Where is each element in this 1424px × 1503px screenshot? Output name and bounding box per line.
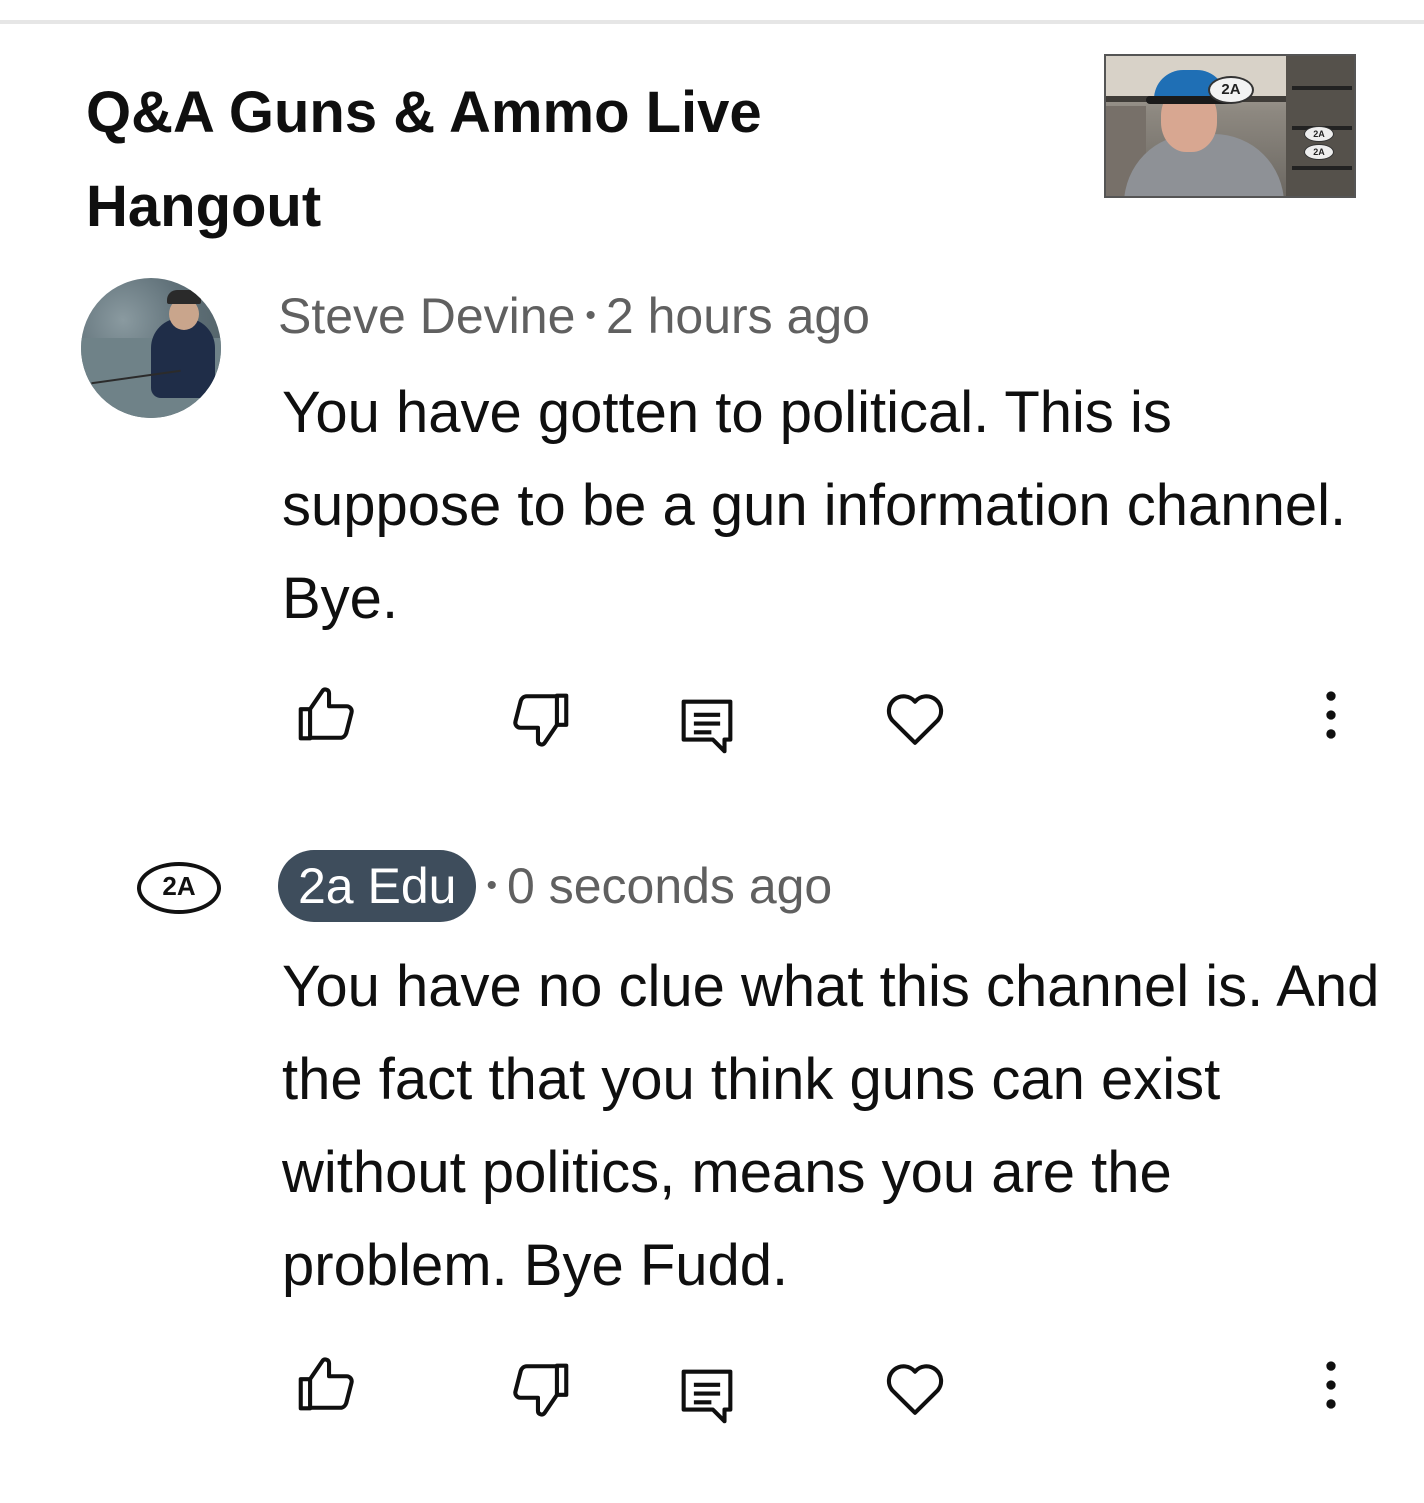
meta-separator: •: [486, 869, 497, 902]
dislike-button[interactable]: [505, 684, 575, 754]
reply-icon: [681, 699, 733, 754]
more-vert-icon: [1326, 1361, 1336, 1409]
more-options-button[interactable]: [1296, 1350, 1366, 1420]
like-button[interactable]: [292, 1350, 362, 1420]
more-options-button[interactable]: [1296, 680, 1366, 750]
heart-icon: [886, 694, 944, 745]
thumbs-up-icon: [298, 687, 354, 741]
meta-separator: •: [585, 299, 596, 332]
thumbs-up-icon: [298, 1357, 354, 1411]
thumbs-down-icon: [513, 1363, 569, 1417]
creator-author-badge[interactable]: 2a Edu: [278, 850, 477, 922]
comment-meta: 2a Edu • 0 seconds ago: [278, 850, 832, 922]
reply-button[interactable]: [672, 1360, 742, 1430]
heart-icon: [886, 1364, 944, 1415]
divider: [0, 20, 1424, 24]
comment-time: 0 seconds ago: [507, 858, 833, 914]
thumbnail-2a-badge: 2A: [1208, 76, 1254, 104]
comment-time: 2 hours ago: [605, 288, 870, 344]
reply-icon: [681, 1369, 733, 1424]
heart-button[interactable]: [880, 683, 950, 753]
comment-text: You have no clue what this channel is. A…: [282, 954, 1380, 1298]
avatar-steve-devine[interactable]: [81, 278, 221, 418]
video-title[interactable]: Q&A Guns & Ammo Live Hangout: [86, 66, 906, 254]
more-vert-icon: [1326, 691, 1336, 739]
thumbs-down-icon: [513, 693, 569, 747]
comment-author[interactable]: Steve Devine: [278, 286, 575, 346]
avatar-2a-text: 2A: [162, 871, 196, 901]
thumbnail-2a-sticker: 2A: [1304, 144, 1334, 160]
comment-meta: Steve Devine • 2 hours ago: [278, 286, 870, 346]
comment-text: You have gotten to political. This is su…: [282, 380, 1347, 631]
like-button[interactable]: [292, 680, 362, 750]
video-thumbnail[interactable]: 2A 2A 2A: [1104, 54, 1356, 198]
heart-button[interactable]: [880, 1353, 950, 1423]
dislike-button[interactable]: [505, 1354, 575, 1424]
reply-button[interactable]: [672, 690, 742, 760]
thumbnail-2a-sticker: 2A: [1304, 126, 1334, 142]
avatar-2a-edu[interactable]: 2A: [137, 862, 221, 914]
comments-panel: Q&A Guns & Ammo Live Hangout 2A 2A 2A St…: [0, 0, 1424, 1503]
